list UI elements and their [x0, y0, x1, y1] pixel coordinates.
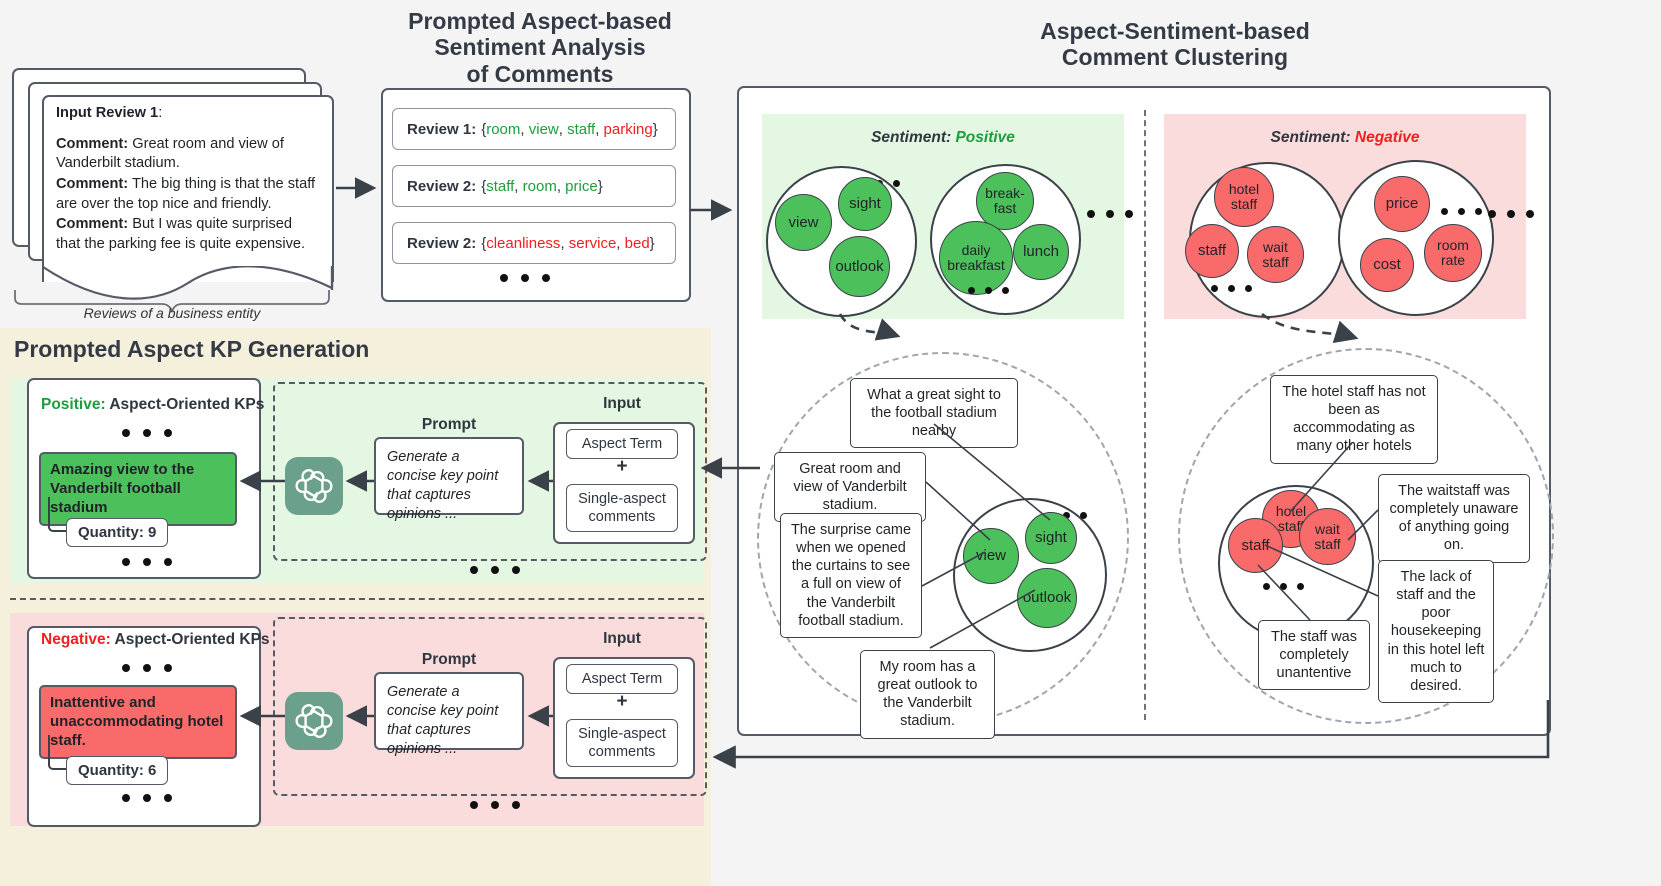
- positive-aspect-term-pill[interactable]: Aspect Term: [566, 429, 678, 460]
- positive-input-label: Input: [603, 395, 641, 412]
- detail-node-outlook[interactable]: outlook: [1017, 568, 1077, 628]
- negative-kp-ellipsis-bottom: [122, 794, 172, 802]
- absa-row-2-label: Review 2:: [407, 177, 477, 195]
- positive-kp-header-label: Positive:: [41, 396, 106, 413]
- negative-kp-header: Negative: Aspect-Oriented KPs: [41, 631, 270, 649]
- positive-kp-ellipsis-top: [122, 429, 172, 437]
- absa-title-line3: of Comments: [466, 60, 614, 87]
- positive-comment-4: My room has a great outlook to the Vande…: [860, 650, 995, 739]
- openai-logo-icon: [285, 692, 343, 750]
- cluster-node-outlook[interactable]: outlook: [829, 236, 890, 297]
- positive-cluster-2-ellipsis: [968, 287, 1009, 294]
- negative-comment-3: The lack of staff and the poor housekeep…: [1378, 560, 1494, 703]
- positive-input-plus: +: [616, 456, 628, 477]
- absa-row-1-term-4: parking: [603, 120, 653, 138]
- absa-title-line1: Prompted Aspect-based: [408, 8, 672, 34]
- positive-single-aspect-comments-pill[interactable]: Single-aspect comments: [566, 484, 678, 533]
- absa-row-3-term-2: service: [568, 234, 617, 252]
- negative-input-plus: +: [616, 691, 628, 712]
- cluster-node-price[interactable]: price: [1374, 176, 1430, 232]
- detail-node-view[interactable]: view: [963, 528, 1019, 584]
- negative-sentiment-label: Sentiment: Negative: [1164, 129, 1526, 147]
- positive-kp-header-rest: Aspect-Oriented KPs: [109, 396, 265, 413]
- comment-label-3: Comment:: [56, 216, 129, 233]
- absa-ellipsis: [500, 274, 550, 282]
- detail-node-wait-staff[interactable]: wait staff: [1299, 508, 1356, 565]
- positive-kp-quantity: Quantity: 9: [66, 518, 169, 547]
- absa-review-row-1[interactable]: Review 1: {room, view, staff, parking}: [392, 108, 676, 150]
- comment-label-2: Comment:: [56, 176, 129, 193]
- clustering-title-line1: Aspect-Sentiment-based: [1040, 18, 1310, 44]
- cluster-node-staff[interactable]: staff: [1185, 224, 1239, 278]
- negative-kp-header-rest: Aspect-Oriented KPs: [114, 631, 270, 648]
- reviews-caption: Reviews of a business entity: [83, 305, 261, 321]
- positive-comment-2: Great room and view of Vanderbilt stadiu…: [774, 452, 926, 523]
- negative-prompt-label: Prompt: [421, 651, 477, 668]
- negative-sentiment-value: Negative: [1354, 129, 1420, 146]
- cluster-node-daily-breakfast[interactable]: daily breakfast: [939, 221, 1013, 295]
- negative-aspect-term-pill[interactable]: Aspect Term: [566, 664, 678, 695]
- detail-node-staff[interactable]: staff: [1228, 518, 1283, 573]
- absa-row-1-term-3: staff: [567, 120, 596, 138]
- negative-cluster-1-ellipsis: [1211, 285, 1252, 292]
- clustering-title-line2: Comment Clustering: [1061, 44, 1289, 71]
- negative-detail-cluster-ellipsis: [1263, 583, 1304, 590]
- negative-comment-2: The waitstaff was completely unaware of …: [1378, 474, 1530, 563]
- negative-kp-quantity: Quantity: 6: [66, 756, 169, 785]
- review-card-text: Input Review 1: Comment: Great room and …: [56, 104, 318, 255]
- absa-row-3-label: Review 2:: [407, 234, 477, 252]
- absa-row-1-term-1: room: [486, 120, 521, 138]
- absa-row-3-term-1: cleanliness: [486, 234, 561, 252]
- review-card-wave-edge: [42, 266, 334, 300]
- absa-review-row-3[interactable]: Review 2: {cleanliness, service, bed}: [392, 222, 676, 264]
- absa-title-line2: Sentiment Analysis: [434, 34, 646, 61]
- negative-single-aspect-comments-pill[interactable]: Single-aspect comments: [566, 719, 678, 768]
- absa-section-title: Prompted Aspect-based Sentiment Analysis…: [370, 8, 710, 87]
- negative-input-label: Input: [603, 630, 641, 647]
- absa-row-1-label: Review 1:: [407, 120, 477, 138]
- positive-comment-1: What a great sight to the football stadi…: [850, 378, 1018, 449]
- negative-cluster-2-ellipsis: [1441, 208, 1482, 215]
- kp-band-divider: [10, 598, 704, 600]
- positive-comment-3: The surprise came when we opened the cur…: [780, 513, 922, 638]
- negative-prompt-box[interactable]: Generate a concise key point that captur…: [374, 672, 524, 757]
- review-heading-label: Input Review 1: [56, 105, 159, 121]
- negative-sentiment-prefix: Sentiment:: [1270, 129, 1351, 146]
- cluster-node-wait-staff[interactable]: wait staff: [1247, 226, 1304, 283]
- cluster-node-lunch[interactable]: lunch: [1013, 224, 1069, 280]
- negative-comment-4: The staff was completely unantentive: [1258, 620, 1370, 691]
- comment-label-1: Comment:: [56, 135, 129, 152]
- negative-group-ellipsis: [470, 801, 520, 809]
- positive-sentiment-label: Sentiment: Positive: [762, 129, 1124, 147]
- clustering-vertical-divider: [1144, 110, 1146, 720]
- positive-prompt-box[interactable]: Generate a concise key point that captur…: [374, 437, 524, 522]
- negative-clusters-ellipsis: [1488, 210, 1534, 218]
- positive-sentiment-value: Positive: [955, 129, 1015, 146]
- cluster-node-sight[interactable]: sight: [838, 177, 892, 231]
- cluster-node-view[interactable]: view: [775, 194, 832, 251]
- cluster-node-hotel-staff[interactable]: hotel staff: [1214, 167, 1274, 227]
- cluster-node-room-rate[interactable]: room rate: [1424, 224, 1482, 282]
- positive-kp-ellipsis-bottom: [122, 558, 172, 566]
- positive-group-ellipsis: [470, 566, 520, 574]
- review-heading-colon: :: [158, 105, 163, 121]
- negative-comment-1: The hotel staff has not been as accommod…: [1270, 375, 1438, 464]
- absa-review-row-2[interactable]: Review 2: {staff, room, price}: [392, 165, 676, 207]
- absa-row-2-term-2: room: [522, 177, 557, 195]
- absa-row-3-term-3: bed: [624, 234, 650, 252]
- positive-prompt-label: Prompt: [421, 416, 477, 433]
- absa-row-1-term-2: view: [528, 120, 559, 138]
- positive-sentiment-prefix: Sentiment:: [871, 129, 952, 146]
- cluster-node-cost[interactable]: cost: [1360, 238, 1414, 292]
- positive-kp-header: Positive: Aspect-Oriented KPs: [41, 396, 264, 414]
- openai-logo-icon: [285, 457, 343, 515]
- absa-row-2-term-3: price: [565, 177, 598, 195]
- negative-kp-ellipsis-top: [122, 664, 172, 672]
- absa-row-2-term-1: staff: [486, 177, 515, 195]
- clustering-section-title: Aspect-Sentiment-based Comment Clusterin…: [950, 18, 1400, 71]
- negative-kp-header-label: Negative:: [41, 631, 111, 648]
- detail-node-sight[interactable]: sight: [1025, 512, 1077, 564]
- positive-clusters-ellipsis: [1087, 210, 1133, 218]
- kp-generation-title: Prompted Aspect KP Generation: [14, 336, 370, 362]
